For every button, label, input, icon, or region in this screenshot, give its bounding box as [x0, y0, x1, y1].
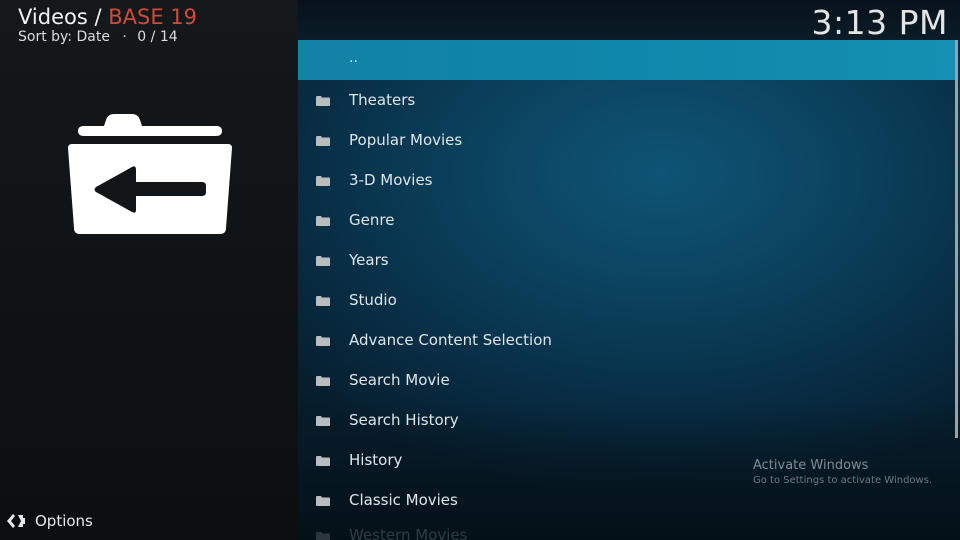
folder-icon — [316, 176, 330, 186]
list-item-label: Years — [349, 251, 389, 269]
list-item-label: .. — [349, 50, 358, 66]
folder-back-icon — [68, 114, 232, 234]
options-chevrons-icon — [7, 514, 25, 528]
folder-icon — [316, 336, 330, 346]
item-position: 0 / 14 — [137, 29, 178, 45]
list-item[interactable]: Theaters — [298, 80, 956, 120]
folder-icon — [316, 96, 330, 106]
list-item[interactable]: Studio — [298, 280, 956, 320]
breadcrumb-header: Videos / BASE 19 Sort by: Date · 0 / 14 — [18, 4, 197, 46]
list-item[interactable]: Years — [298, 240, 956, 280]
top-bar: 3:13 PM — [298, 0, 960, 42]
folder-icon — [316, 456, 330, 466]
watermark-title: Activate Windows — [753, 458, 869, 473]
left-panel: Videos / BASE 19 Sort by: Date · 0 / 14 … — [0, 0, 298, 540]
list-item-label: Classic Movies — [349, 491, 458, 509]
folder-icon — [316, 256, 330, 266]
list-item-parent[interactable]: .. — [298, 40, 956, 80]
clock: 3:13 PM — [811, 3, 948, 42]
list-item[interactable]: Western Movies — [298, 520, 956, 540]
list-item-label: Theaters — [349, 91, 416, 109]
options-button[interactable]: Options — [6, 510, 93, 532]
list-item-label: History — [349, 451, 403, 469]
list-item-label: 3-D Movies — [349, 171, 433, 189]
folder-icon — [316, 296, 330, 306]
folder-icon — [316, 416, 330, 426]
options-label: Options — [35, 512, 93, 530]
list-item-label: Genre — [349, 211, 395, 229]
addon-title: BASE 19 — [108, 5, 197, 29]
list-item[interactable]: Popular Movies — [298, 120, 956, 160]
list-item[interactable]: 3-D Movies — [298, 160, 956, 200]
sort-label[interactable]: Sort by: Date — [18, 29, 110, 45]
page-title: Videos / BASE 19 — [18, 4, 197, 30]
list-item[interactable]: Search History — [298, 400, 956, 440]
list-item[interactable]: Genre — [298, 200, 956, 240]
list-item-label: Western Movies — [349, 526, 468, 540]
list-item-label: Advance Content Selection — [349, 331, 552, 349]
list-item-label: Popular Movies — [349, 131, 463, 149]
list-item[interactable]: Advance Content Selection — [298, 320, 956, 360]
scrollbar[interactable] — [955, 40, 958, 438]
activation-watermark: Activate Windows Go to Settings to activ… — [753, 457, 932, 488]
folder-icon — [316, 376, 330, 386]
list-item-label: Studio — [349, 291, 397, 309]
section-title: Videos / — [18, 5, 109, 29]
separator: · — [122, 29, 127, 45]
folder-icon — [316, 532, 330, 540]
list-item-label: Search Movie — [349, 371, 450, 389]
watermark-subtitle: Go to Settings to activate Windows. — [753, 475, 933, 486]
folder-icon — [316, 136, 330, 146]
sort-info: Sort by: Date · 0 / 14 — [18, 28, 197, 46]
folder-icon — [316, 496, 330, 506]
list-item[interactable]: Search Movie — [298, 360, 956, 400]
list-item-label: Search History — [349, 411, 459, 429]
folder-icon — [316, 216, 330, 226]
